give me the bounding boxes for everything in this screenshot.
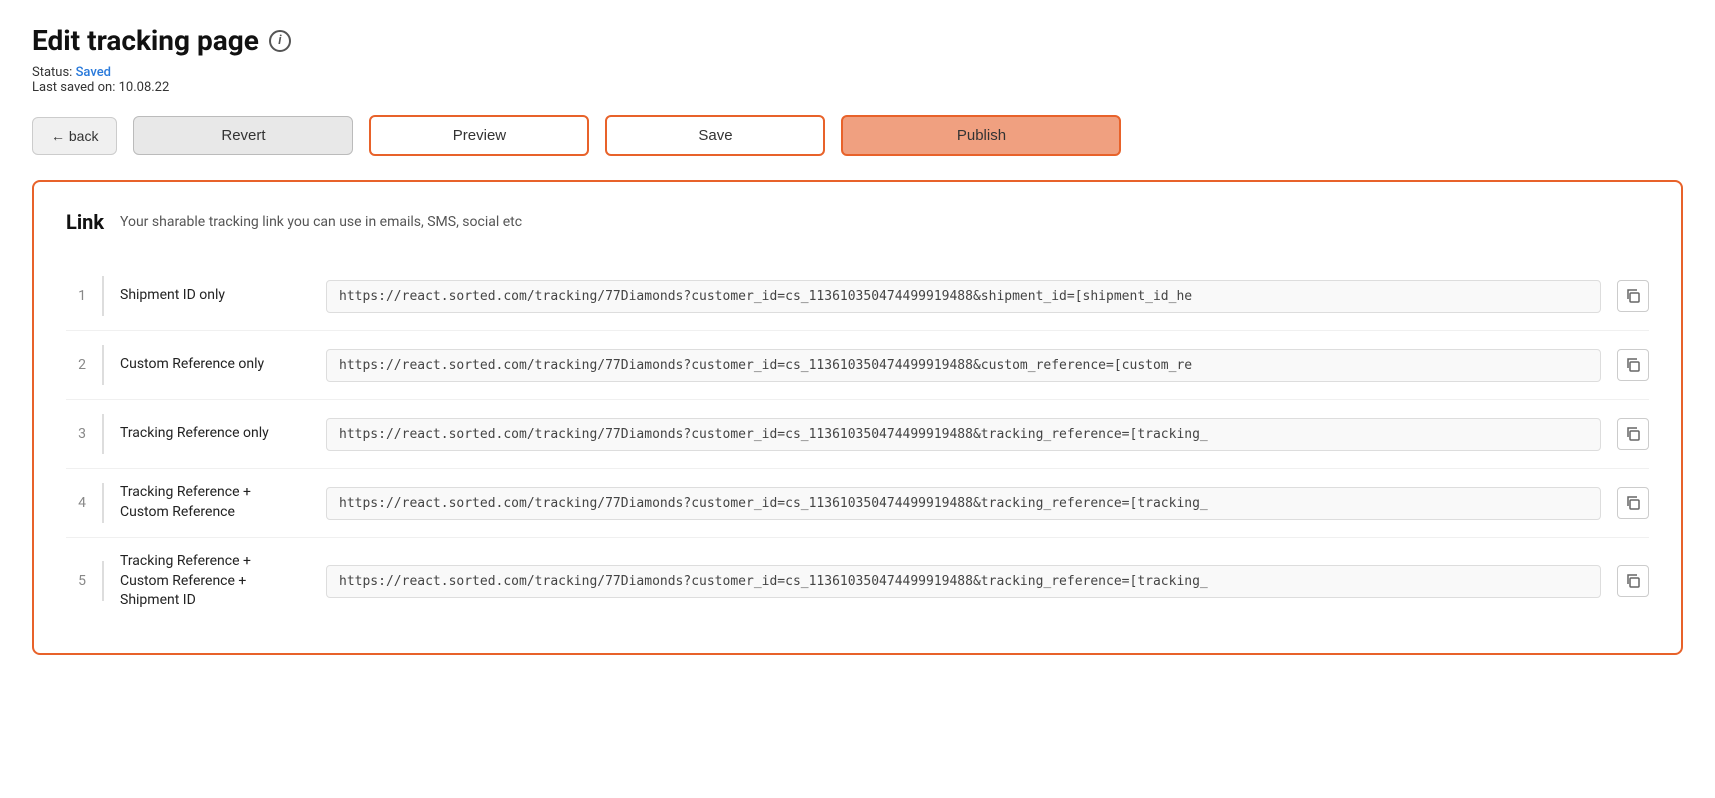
row-label: Tracking Reference +Custom Reference — [120, 483, 310, 522]
card-title: Link — [66, 210, 104, 234]
row-divider — [102, 345, 104, 385]
page-title: Edit tracking page — [32, 24, 259, 57]
link-row: 3 Tracking Reference only https://react.so… — [66, 400, 1649, 469]
row-number: 3 — [66, 426, 86, 442]
url-text: https://react.sorted.com/tracking/77Diam… — [339, 289, 1588, 304]
main-card: Link Your sharable tracking link you can… — [32, 180, 1683, 655]
url-container: https://react.sorted.com/tracking/77Diam… — [326, 349, 1601, 382]
last-saved-date: 10.08.22 — [119, 80, 170, 95]
copy-button[interactable] — [1617, 418, 1649, 450]
back-button[interactable]: ← back — [32, 117, 117, 155]
row-label: Custom Reference only — [120, 355, 310, 375]
url-text: https://react.sorted.com/tracking/77Diam… — [339, 427, 1588, 442]
preview-button[interactable]: Preview — [369, 115, 589, 156]
row-divider — [102, 561, 104, 601]
toolbar: ← back Revert Preview Save Publish — [32, 115, 1683, 156]
info-icon[interactable]: i — [269, 30, 291, 52]
copy-button[interactable] — [1617, 280, 1649, 312]
copy-button[interactable] — [1617, 565, 1649, 597]
copy-button[interactable] — [1617, 349, 1649, 381]
url-container: https://react.sorted.com/tracking/77Diam… — [326, 280, 1601, 313]
status-label: Status: — [32, 65, 72, 80]
copy-button[interactable] — [1617, 487, 1649, 519]
row-label: Shipment ID only — [120, 286, 310, 306]
status-block: Status: Saved Last saved on: 10.08.22 — [32, 65, 1683, 95]
link-row: 4 Tracking Reference +Custom Reference htt… — [66, 469, 1649, 538]
url-text: https://react.sorted.com/tracking/77Diam… — [339, 496, 1588, 511]
row-number: 4 — [66, 495, 86, 511]
publish-button[interactable]: Publish — [841, 115, 1121, 156]
row-number: 5 — [66, 573, 86, 589]
link-row: 2 Custom Reference only https://react.sort… — [66, 331, 1649, 400]
row-label: Tracking Reference +Custom Reference +Sh… — [120, 552, 310, 611]
url-text: https://react.sorted.com/tracking/77Diam… — [339, 358, 1588, 373]
url-text: https://react.sorted.com/tracking/77Diam… — [339, 574, 1588, 589]
card-header: Link Your sharable tracking link you can… — [66, 210, 1649, 234]
status-value: Saved — [76, 65, 111, 80]
row-number: 2 — [66, 357, 86, 373]
url-container: https://react.sorted.com/tracking/77Diam… — [326, 565, 1601, 598]
status-line: Status: Saved — [32, 65, 1683, 80]
link-row: 5 Tracking Reference +Custom Reference +S… — [66, 538, 1649, 625]
url-container: https://react.sorted.com/tracking/77Diam… — [326, 487, 1601, 520]
row-divider — [102, 276, 104, 316]
url-container: https://react.sorted.com/tracking/77Diam… — [326, 418, 1601, 451]
link-row: 1 Shipment ID only https://react.sorted.co… — [66, 262, 1649, 331]
row-divider — [102, 483, 104, 523]
link-rows-container: 1 Shipment ID only https://react.sorted.co… — [66, 262, 1649, 625]
row-divider — [102, 414, 104, 454]
last-saved-label: Last saved on: — [32, 80, 115, 95]
save-button[interactable]: Save — [605, 115, 825, 156]
last-saved-line: Last saved on: 10.08.22 — [32, 80, 1683, 95]
card-description: Your sharable tracking link you can use … — [120, 214, 522, 230]
revert-button[interactable]: Revert — [133, 116, 353, 155]
row-number: 1 — [66, 288, 86, 304]
page-header: Edit tracking page i — [32, 24, 1683, 57]
row-label: Tracking Reference only — [120, 424, 310, 444]
